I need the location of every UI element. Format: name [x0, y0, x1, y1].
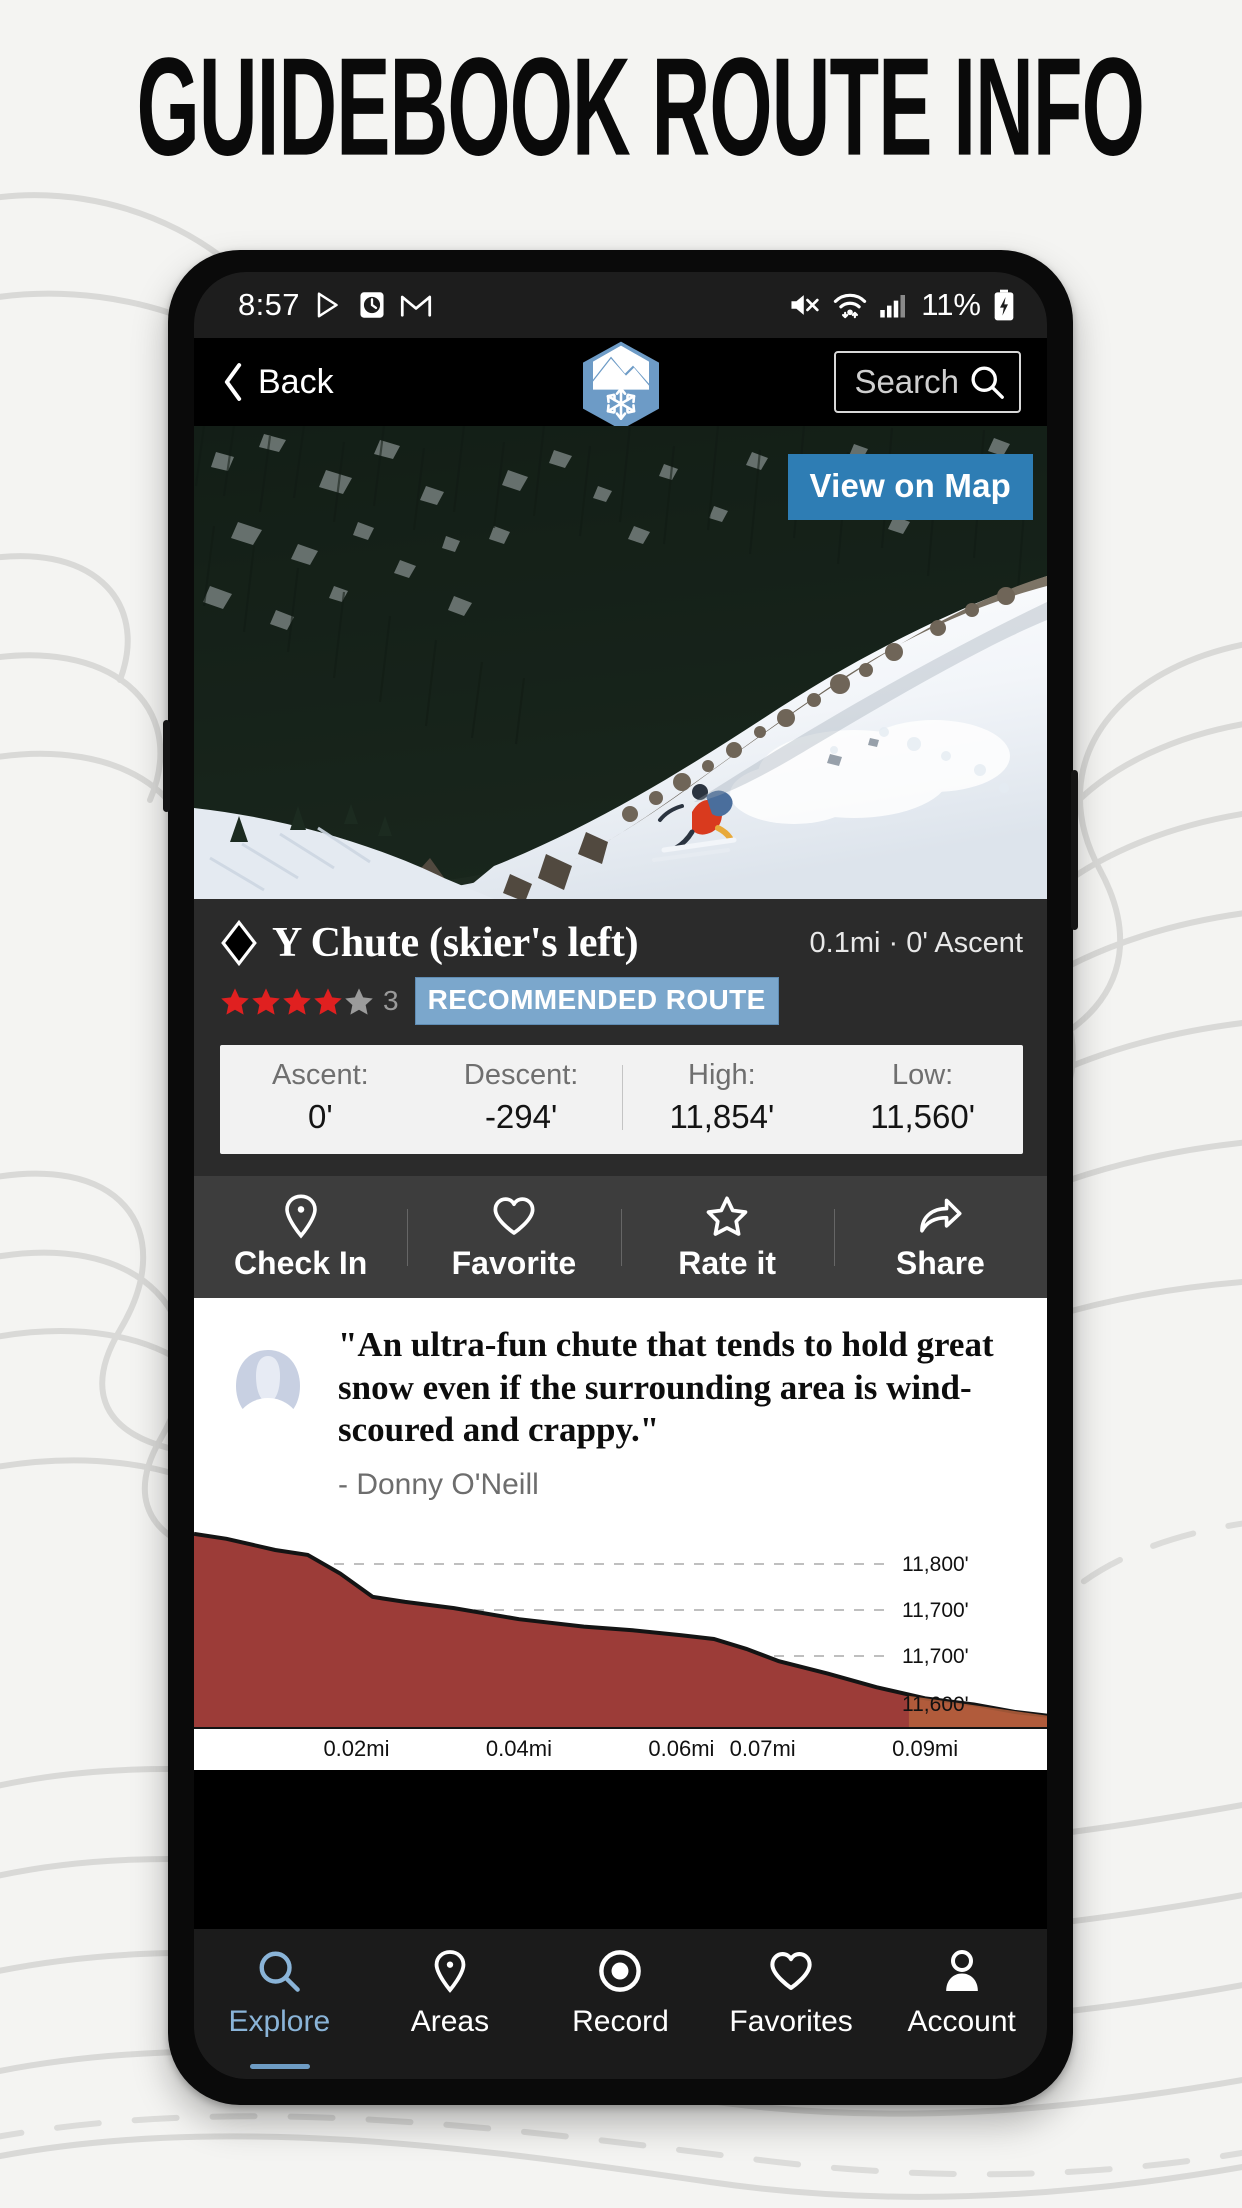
- mute-icon: [789, 291, 821, 319]
- nav-label: Areas: [410, 2005, 490, 2038]
- stat-label: High:: [688, 1059, 756, 1091]
- star-filled-icon: [314, 987, 342, 1015]
- stat-label: Descent:: [463, 1059, 579, 1091]
- quote-text: "An ultra-fun chute that tends to hold g…: [338, 1325, 994, 1450]
- action-label: Check In: [233, 1244, 368, 1281]
- record-icon: [535, 1947, 706, 1995]
- app-header: Back Search: [194, 338, 1047, 430]
- route-stats-card: Ascent: 0' Descent: -294' High: 11,854' …: [220, 1045, 1023, 1154]
- hero-photo[interactable]: View on Map: [194, 426, 1047, 899]
- gmail-icon: [400, 292, 432, 318]
- stat-descent: Descent: -294': [421, 1059, 622, 1136]
- favorite-button[interactable]: Favorite: [407, 1193, 620, 1282]
- person-avatar-placeholder: [220, 1338, 316, 1434]
- poster-headline: GUIDEBOOK ROUTE INFO: [136, 29, 1145, 186]
- map-pin-icon: [194, 1193, 407, 1239]
- nav-label: Favorites: [729, 2005, 853, 2038]
- chart-y-tick-label: 11,800': [902, 1553, 969, 1576]
- rate-it-button[interactable]: Rate it: [620, 1193, 834, 1282]
- heart-icon: [407, 1193, 620, 1239]
- nav-label: Explore: [228, 2005, 331, 2038]
- quote-author: - Donny O'Neill: [338, 1468, 539, 1502]
- route-title-row: Y Chute (skier's left) 0.1mi · 0' Ascent: [194, 913, 1047, 967]
- stat-low: Low: 11,560': [822, 1059, 1023, 1136]
- route-title: Y Chute (skier's left): [272, 920, 639, 966]
- view-on-map-button[interactable]: View on Map: [787, 454, 1033, 520]
- star-filled-icon: [252, 987, 280, 1015]
- chart-x-tick-label: 0.07mi: [730, 1736, 796, 1761]
- chart-x-tick-label: 0.04mi: [486, 1736, 552, 1761]
- chart-x-tick-label: 0.06mi: [648, 1736, 714, 1761]
- search-icon: [194, 1947, 365, 1995]
- stat-label: Ascent:: [272, 1059, 369, 1091]
- clock-icon: [358, 290, 386, 320]
- mountain-snowflake-logo: [582, 341, 659, 430]
- battery-charging-icon: [993, 289, 1015, 321]
- chart-x-tick-label: 0.02mi: [323, 1736, 389, 1761]
- chart-y-tick-label: 11,700': [902, 1645, 969, 1668]
- black-diamond-icon: [221, 919, 257, 967]
- route-rating-row[interactable]: 3 RECOMMENDED ROUTE: [194, 967, 1047, 1039]
- back-label: Back: [258, 362, 334, 401]
- map-pin-icon: [365, 1947, 536, 1995]
- chart-y-tick-label: 11,700': [902, 1599, 969, 1622]
- chart-x-tick-label: 0.09mi: [892, 1736, 958, 1761]
- stat-value: 0': [308, 1098, 333, 1135]
- stat-value: -294': [484, 1098, 558, 1135]
- route-info-block: Y Chute (skier's left) 0.1mi · 0' Ascent…: [194, 899, 1047, 1176]
- nav-item-explore[interactable]: Explore: [194, 1947, 365, 2039]
- status-bar-right: 11%: [789, 287, 1015, 323]
- quote-block: "An ultra-fun chute that tends to hold g…: [338, 1324, 1021, 1502]
- stat-high: High: 11,854': [621, 1059, 823, 1136]
- nav-item-account[interactable]: Account: [876, 1947, 1047, 2039]
- stat-ascent: Ascent: 0': [220, 1059, 421, 1136]
- stat-label: Low:: [891, 1059, 954, 1091]
- elevation-chart-svg: 11,800' 11,700' 11,700' 11,600' 0.02mi 0.04m…: [194, 1518, 1047, 1771]
- action-label: Favorite: [451, 1244, 577, 1281]
- status-bar-clock: 8:57: [238, 287, 300, 322]
- nav-item-areas[interactable]: Areas: [365, 1947, 536, 2039]
- share-arrow-icon: [834, 1193, 1047, 1239]
- nav-label: Record: [572, 2005, 669, 2038]
- elevation-chart[interactable]: 11,800' 11,700' 11,700' 11,600' 0.02mi 0.04m…: [194, 1518, 1047, 1771]
- battery-percent: 11%: [921, 287, 981, 322]
- star-outline-icon: [621, 1193, 834, 1239]
- signal-icon: [879, 291, 909, 319]
- chart-y-tick-label: 11,600': [902, 1693, 969, 1716]
- recommended-route-badge: RECOMMENDED ROUTE: [414, 977, 779, 1025]
- search-icon: [969, 364, 1005, 400]
- star-filled-icon: [221, 987, 249, 1015]
- stat-value: 11,560': [870, 1098, 976, 1135]
- action-label: Share: [895, 1244, 985, 1281]
- route-distance-ascent: 0.1mi · 0' Ascent: [809, 926, 1023, 959]
- route-stats-wrap: Ascent: 0' Descent: -294' High: 11,854' …: [194, 1039, 1047, 1176]
- back-button[interactable]: Back: [222, 362, 334, 402]
- check-in-button[interactable]: Check In: [194, 1193, 407, 1282]
- person-icon: [876, 1947, 1047, 1995]
- home-indicator: [250, 2064, 310, 2069]
- star-empty-icon: [345, 987, 373, 1015]
- search-input[interactable]: Search: [834, 351, 1021, 413]
- nav-item-favorites[interactable]: Favorites: [706, 1947, 877, 2039]
- phone-screen: 8:57 11% Back Search View on Map Y Chute…: [194, 272, 1047, 2079]
- rating-count: 3: [383, 985, 399, 1016]
- phone-mockup: 8:57 11% Back Search View on Map Y Chute…: [163, 250, 1078, 2105]
- wifi-icon: [833, 291, 867, 319]
- route-description-card: "An ultra-fun chute that tends to hold g…: [194, 1298, 1047, 1519]
- action-bar: Check In Favorite Rate it Share: [194, 1176, 1047, 1298]
- heart-icon: [706, 1947, 877, 1995]
- status-bar: 8:57 11%: [194, 272, 1047, 338]
- action-label: Rate it: [678, 1244, 777, 1281]
- nav-label: Account: [907, 2005, 1016, 2038]
- stat-value: 11,854': [669, 1098, 775, 1135]
- bottom-navigation: Explore Areas Record Favorites Account: [194, 1929, 1047, 2079]
- share-button[interactable]: Share: [833, 1193, 1047, 1282]
- status-bar-left: 8:57: [238, 287, 432, 323]
- play-store-icon: [314, 290, 344, 320]
- chevron-left-icon: [222, 362, 244, 402]
- nav-item-record[interactable]: Record: [535, 1947, 706, 2039]
- search-placeholder: Search: [854, 363, 959, 400]
- star-filled-icon: [283, 987, 311, 1015]
